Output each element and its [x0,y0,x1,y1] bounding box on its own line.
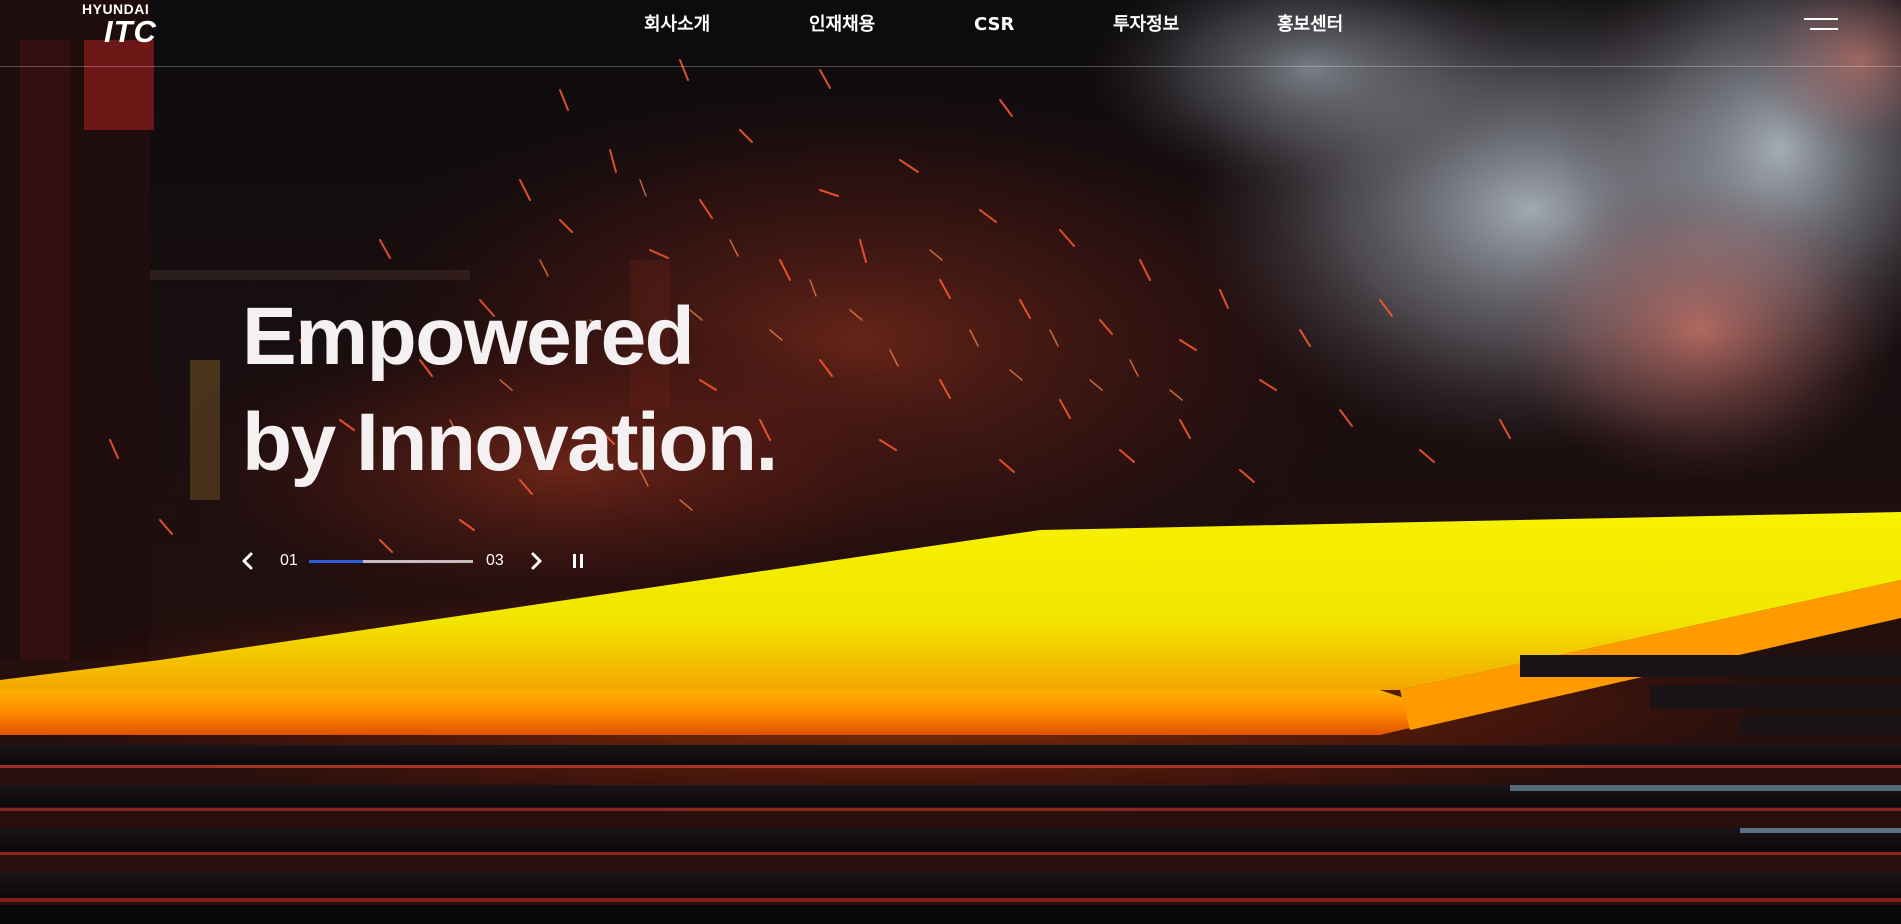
hyundai-itc-logo[interactable]: HYUNDAI ITC [82,2,182,52]
slide-current-number: 01 [280,552,298,569]
nav-item-careers[interactable]: 인재채용 [809,12,875,38]
site-header: HYUNDAI ITC 회사소개 인재채용 CSR 투자정보 홍보센터 [0,0,1901,67]
slide-progress-fill [309,560,364,563]
nav-item-csr[interactable]: CSR [974,12,1014,38]
hero-section: HYUNDAI ITC 회사소개 인재채용 CSR 투자정보 홍보센터 Empo… [0,0,1901,924]
chevron-right-icon[interactable] [524,549,548,573]
nav-item-company[interactable]: 회사소개 [644,12,710,38]
hero-headline: Empowered by Innovation. [242,284,778,496]
nav-item-investors[interactable]: 투자정보 [1113,12,1179,38]
pause-icon[interactable] [568,551,588,571]
slide-progress-bar [309,560,473,563]
headline-line-1: Empowered [242,291,695,382]
nav-item-pr-center[interactable]: 홍보센터 [1277,12,1343,38]
chevron-left-icon[interactable] [236,549,260,573]
slider-controls: 01 03 [236,545,596,577]
headline-line-2: by Innovation. [242,397,778,488]
logo-itc-text: ITC [104,14,157,49]
slide-total-number: 03 [486,552,504,569]
hamburger-menu-icon[interactable] [1804,14,1838,36]
